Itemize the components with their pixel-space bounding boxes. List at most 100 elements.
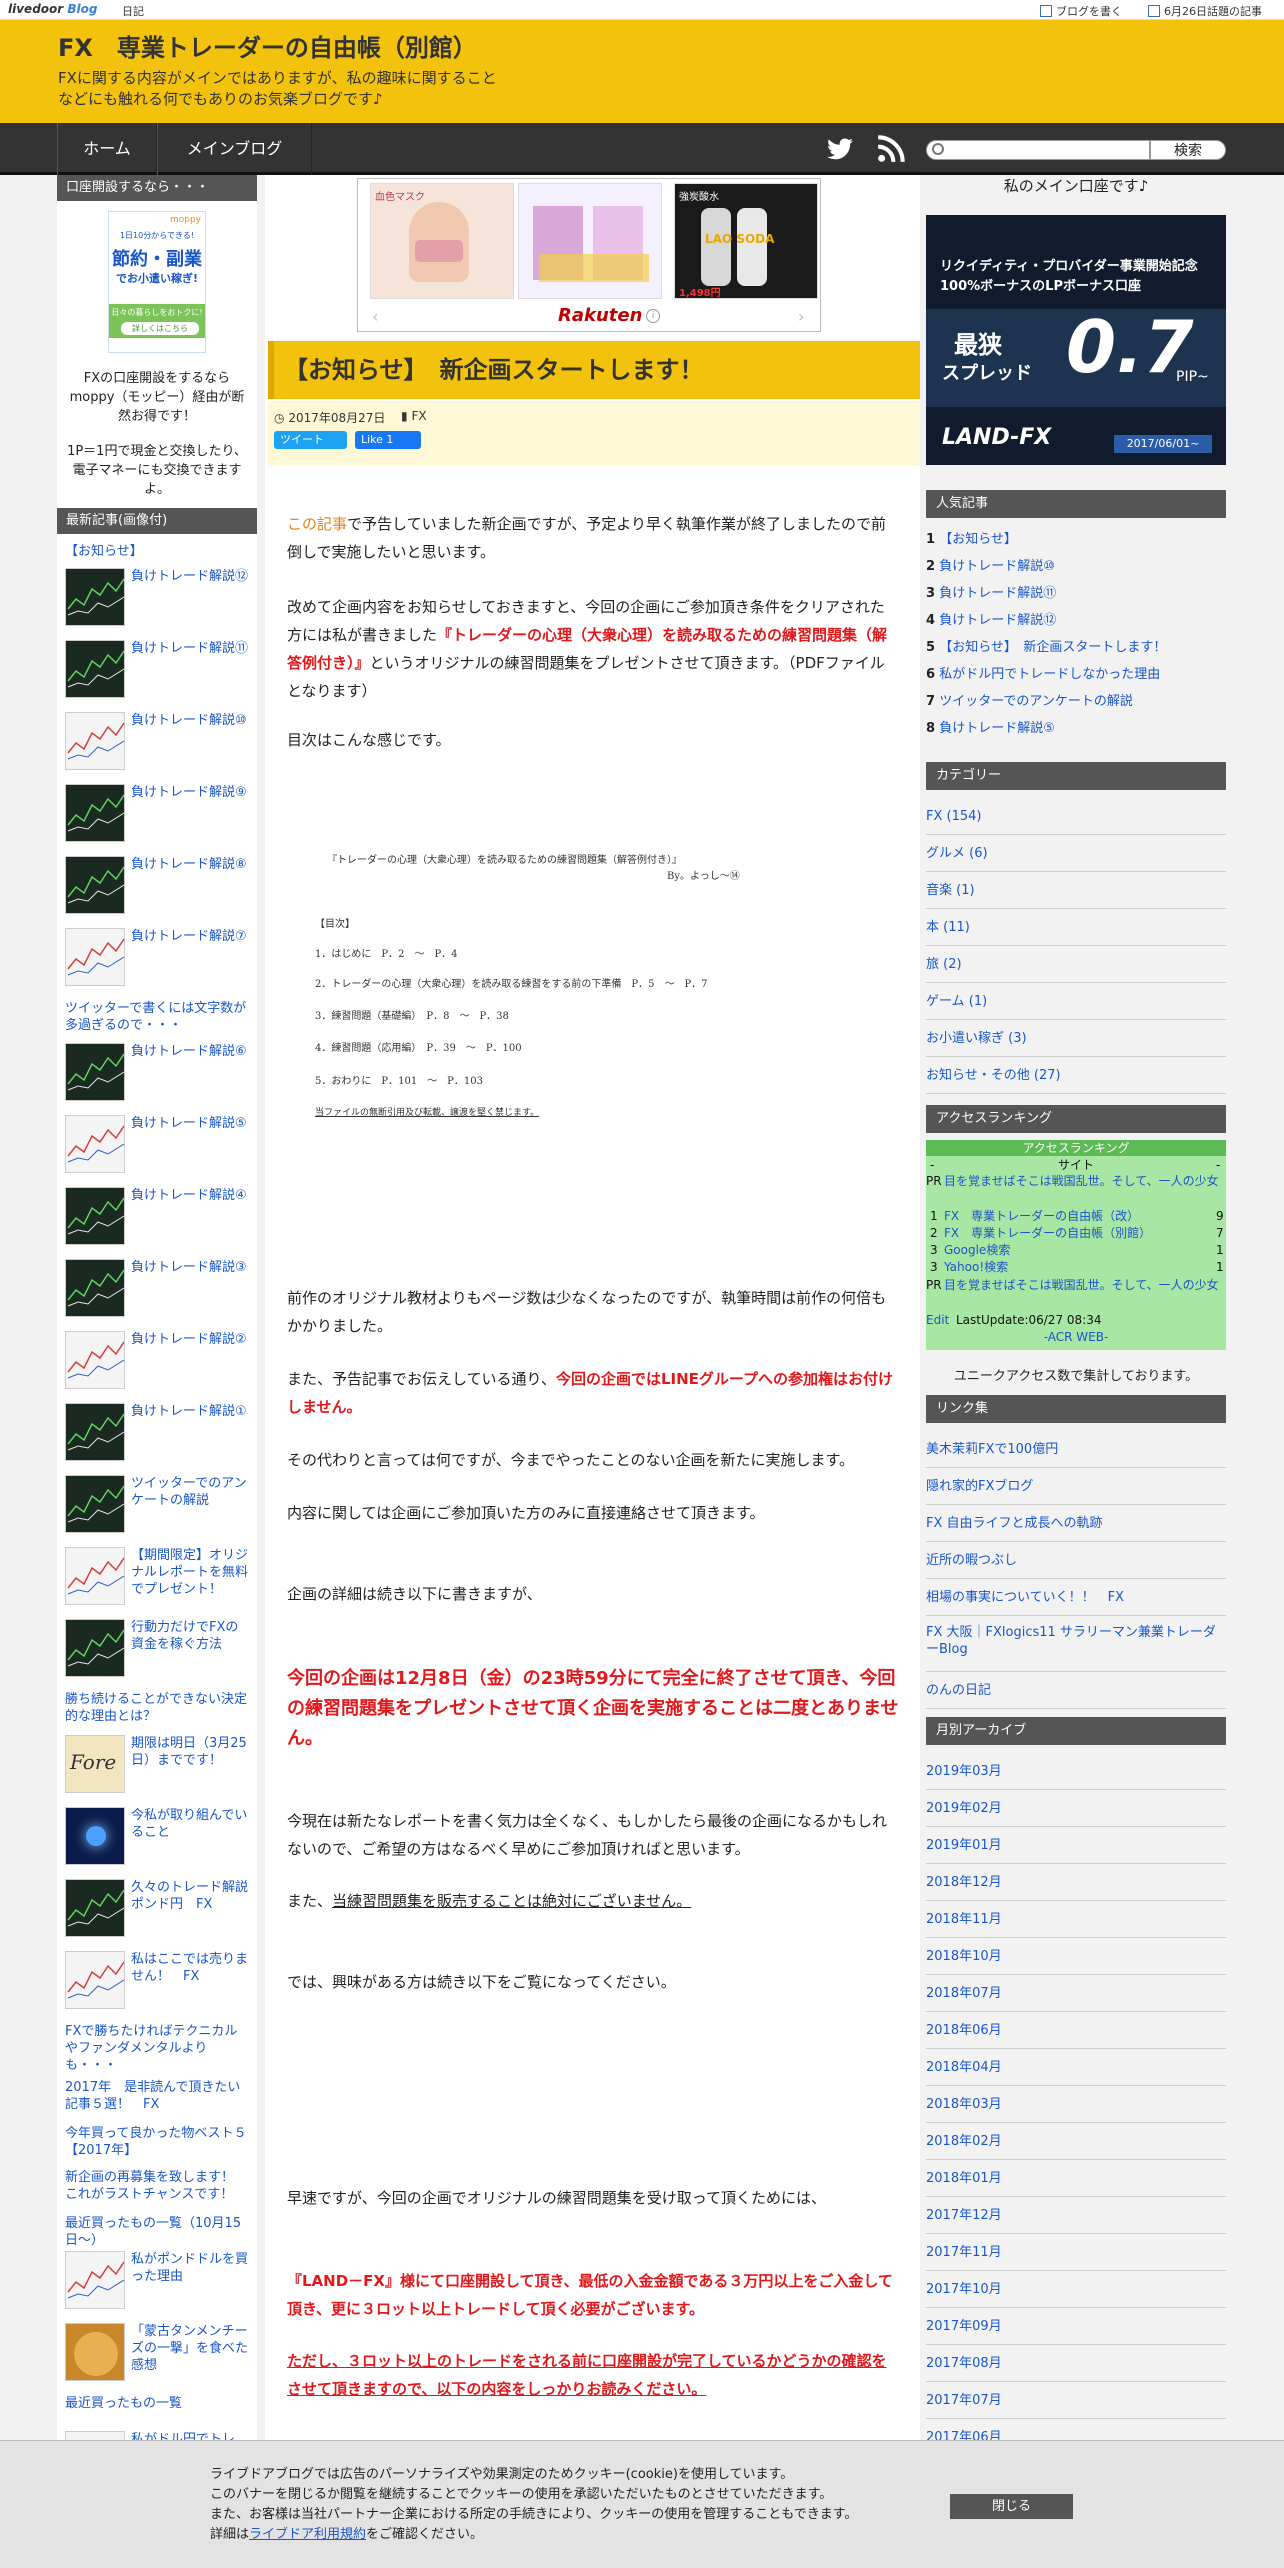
recent-post-thumbnail[interactable] [65,928,125,986]
recent-post-thumbnail[interactable] [65,1619,125,1677]
twitter-icon[interactable] [824,135,856,163]
popular-item[interactable]: 2 負けトレード解説⑩ [926,553,1226,580]
archive-link[interactable]: 2017年10月 [926,2271,1226,2308]
recent-post-link[interactable]: 【お知らせ】 [65,543,249,560]
archive-link[interactable]: 2017年08月 [926,2345,1226,2382]
popular-item[interactable]: 5 【お知らせ】 新企画スタートします！ [926,634,1226,661]
blogroll-link[interactable]: FX 自由ライフと成長への軌跡 [926,1505,1226,1542]
rakuten-prev-icon[interactable]: ‹ [372,307,378,326]
cookie-close-button[interactable]: 閉じる [950,2494,1073,2519]
recent-post-link[interactable]: 期限は明日（3月25日）までです！ [131,1735,249,1769]
archive-link[interactable]: 2018年02月 [926,2123,1226,2160]
blogroll-link[interactable]: FX 大阪｜FXlogics11 サラリーマン兼業トレーダーBlog [926,1616,1226,1672]
recent-post-link[interactable]: 最近買ったもの一覧 [65,2395,249,2412]
access-pr-link-2[interactable]: 目を覚ませばそこは戦国乱世。そして、一人の少女 [944,1278,1226,1292]
tweet-button[interactable]: ツイート [274,431,347,449]
archive-link[interactable]: 2017年11月 [926,2234,1226,2271]
terms-link[interactable]: ライブドア利用規約 [249,2527,366,2542]
rakuten-next-icon[interactable]: › [798,307,804,326]
recent-post-link[interactable]: 負けトレード解説⑦ [131,928,249,945]
recent-post-thumbnail[interactable] [65,1475,125,1533]
popular-item[interactable]: 1 【お知らせ】 [926,526,1226,553]
post-category[interactable]: ▮ FX [401,409,427,423]
recent-post-link[interactable]: 負けトレード解説⑪ [131,640,249,657]
rakuten-product-1[interactable]: 血色マスク [370,183,514,299]
popular-item[interactable]: 6 私がドル円でトレードしなかった理由 [926,661,1226,688]
archive-link[interactable]: 2019年03月 [926,1753,1226,1790]
recent-post-link[interactable]: 久々のトレード解説 ポンド円 FX [131,1879,261,1913]
blogroll-link[interactable]: 美木茉莉FXで100億円 [926,1431,1226,1468]
recent-post-link[interactable]: 負けトレード解説⑨ [131,784,249,801]
recent-post-thumbnail[interactable] [65,1403,125,1461]
archive-link[interactable]: 2018年12月 [926,1864,1226,1901]
recent-post-link[interactable]: 最近買ったもの一覧（10月15日～） [65,2215,249,2249]
recent-post-link[interactable]: 行動力だけでFXの資金を稼ぐ方法 [131,1619,249,1653]
archive-link[interactable]: 2018年07月 [926,1975,1226,2012]
recent-post-thumbnail[interactable] [65,1879,125,1937]
recent-post-thumbnail[interactable] [65,856,125,914]
access-rank-2[interactable]: FX 専業トレーダーの自由帳（別館） [944,1226,1204,1240]
access-pr-link-1[interactable]: 目を覚ませばそこは戦国乱世。そして、一人の少女 [944,1174,1226,1188]
recent-post-link[interactable]: 勝ち続けることができない決定的な理由とは？ [65,1691,249,1725]
blogroll-link[interactable]: 隠れ家的FXブログ [926,1468,1226,1505]
category-link[interactable]: ゲーム (1) [926,983,1226,1020]
recent-post-link[interactable]: 負けトレード解説⑫ [131,568,249,585]
recent-post-thumbnail[interactable] [65,1115,125,1173]
recent-post-link[interactable]: 負けトレード解説④ [131,1187,249,1204]
write-blog-link[interactable]: ブログを書く [1040,3,1122,19]
recent-post-link[interactable]: 負けトレード解説⑤ [131,1115,249,1132]
search-input[interactable] [926,140,1150,160]
category-link[interactable]: お知らせ・その他 (27) [926,1057,1226,1094]
recent-post-thumbnail[interactable] [65,1951,125,2009]
recent-post-link[interactable]: 負けトレード解説① [131,1403,249,1420]
popular-item[interactable]: 3 負けトレード解説⑪ [926,580,1226,607]
category-link[interactable]: FX (154) [926,798,1226,835]
recent-post-link[interactable]: 負けトレード解説⑩ [131,712,249,729]
recent-post-link[interactable]: 負けトレード解説③ [131,1259,249,1276]
recent-post-thumbnail[interactable]: Fore [65,1735,125,1793]
recent-post-thumbnail[interactable] [65,2323,125,2381]
trending-articles-link[interactable]: 6月26日話題の記事 [1148,3,1262,19]
access-rank-4[interactable]: Yahoo!検索 [944,1260,1204,1274]
search-button[interactable]: 検索 [1150,140,1226,160]
archive-link[interactable]: 2018年01月 [926,2160,1226,2197]
recent-post-thumbnail[interactable] [65,2251,125,2309]
recent-post-thumbnail[interactable] [65,1547,125,1605]
recent-post-thumbnail[interactable] [65,1187,125,1245]
category-link[interactable]: 本 (11) [926,909,1226,946]
recent-post-thumbnail[interactable] [65,712,125,770]
category-link[interactable]: お小遣い稼ぎ (3) [926,1020,1226,1057]
archive-link[interactable]: 2019年01月 [926,1827,1226,1864]
blogroll-link[interactable]: 相場の事実についていく！！ FX [926,1579,1226,1616]
recent-post-link[interactable]: 新企画の再募集を致します！ これがラストチャンスです！ [65,2169,249,2203]
recent-post-thumbnail[interactable] [65,1807,125,1865]
recent-post-thumbnail[interactable] [65,640,125,698]
archive-link[interactable]: 2018年11月 [926,1901,1226,1938]
recent-post-link[interactable]: 私がポンドドルを買った理由 [131,2251,249,2285]
recent-post-link[interactable]: ツイッターで書くには文字数が多過ぎるので・・・ [65,1000,249,1034]
recent-post-link[interactable]: 「蒙古タンメンチーズの一撃」を食べた感想 [131,2323,249,2374]
category-link[interactable]: グルメ (6) [926,835,1226,872]
access-rank-1[interactable]: FX 専業トレーダーの自由帳（改） [944,1209,1204,1223]
info-icon[interactable]: i [646,309,660,323]
recent-post-thumbnail[interactable] [65,568,125,626]
recent-post-link[interactable]: 【期間限定】オリジナルレポートを無料でプレゼント！ [131,1547,249,1598]
archive-link[interactable]: 2018年06月 [926,2012,1226,2049]
diary-link[interactable]: 日記 [122,3,144,19]
recent-post-link[interactable]: 負けトレード解説② [131,1331,249,1348]
facebook-like-button[interactable]: Like 1 [355,431,421,449]
archive-link[interactable]: 2018年10月 [926,1938,1226,1975]
blogroll-link[interactable]: 近所の暇つぶし [926,1542,1226,1579]
recent-post-thumbnail[interactable] [65,1259,125,1317]
blogroll-link[interactable]: のんの日記 [926,1672,1226,1709]
popular-item[interactable]: 8 負けトレード解説⑤ [926,715,1226,742]
recent-post-link[interactable]: 負けトレード解説⑧ [131,856,249,873]
archive-link[interactable]: 2018年04月 [926,2049,1226,2086]
access-rank-3[interactable]: Google検索 [944,1243,1204,1257]
recent-post-thumbnail[interactable] [65,784,125,842]
archive-link[interactable]: 2017年09月 [926,2308,1226,2345]
recent-post-link[interactable]: 今私が取り組んでいること [131,1807,249,1841]
rakuten-product-2[interactable] [518,183,662,299]
blog-title[interactable]: FX 専業トレーダーの自由帳（別館） [58,28,477,63]
recent-post-link[interactable]: 負けトレード解説⑥ [131,1043,249,1060]
